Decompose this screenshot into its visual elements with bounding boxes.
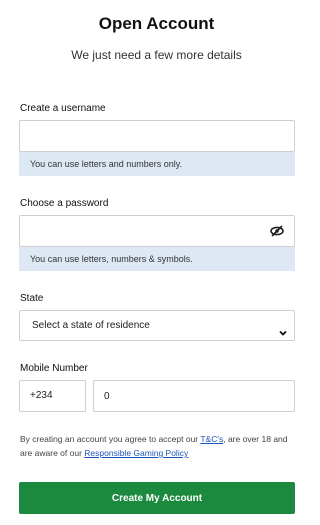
page-subtitle: We just need a few more details — [71, 48, 242, 62]
eye-slash-icon[interactable] — [270, 224, 284, 238]
page-title: Open Account — [98, 14, 215, 33]
username-hint: You can use letters and numbers only. — [19, 152, 295, 176]
username-field-box[interactable] — [19, 120, 295, 152]
tcs-link[interactable]: T&C's — [200, 434, 223, 444]
mobile-label: Mobile Number — [20, 363, 88, 374]
create-account-button[interactable]: Create My Account — [19, 482, 295, 514]
terms-text: By creating an account you agree to acce… — [20, 432, 296, 460]
terms-prefix: By creating an account you agree to acce… — [20, 434, 201, 444]
username-input[interactable] — [20, 121, 294, 151]
password-label: Choose a password — [20, 198, 109, 209]
chevron-down-icon — [278, 321, 288, 336]
username-label: Create a username — [20, 103, 106, 114]
password-field-box[interactable] — [19, 215, 295, 247]
responsible-gaming-link[interactable]: Responsible Gaming Policy — [84, 448, 188, 458]
state-label: State — [20, 293, 44, 304]
mobile-number-field[interactable] — [93, 380, 295, 412]
password-hint: You can use letters, numbers & symbols. — [19, 247, 295, 271]
state-select-value: Select a state of residence — [32, 320, 150, 331]
state-select[interactable]: Select a state of residence — [19, 310, 295, 341]
password-input[interactable] — [20, 216, 294, 246]
country-code-field[interactable]: +234 — [19, 380, 86, 412]
mobile-number-input[interactable] — [94, 381, 294, 411]
